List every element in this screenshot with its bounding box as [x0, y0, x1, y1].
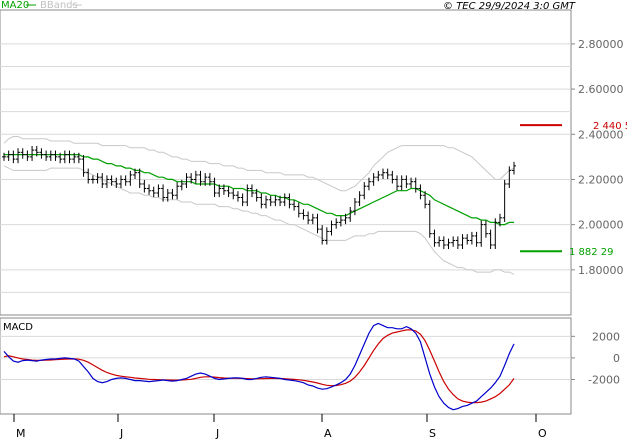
price-y-tick-label: 2.00000 [578, 219, 624, 232]
x-axis: MJJASO [13, 414, 547, 440]
macd-y-tick-label: -2000 [588, 373, 620, 386]
price-y-tick-label: 2.60000 [578, 83, 624, 96]
macd-y-tick-label: 2000 [592, 330, 620, 343]
target-low-label: 1 882 29 [569, 247, 614, 258]
x-tick-label: O [538, 427, 547, 440]
macd-title: MACD [3, 322, 33, 333]
chart-canvas: 2 440 5 1 882 29 1.800002.000002.200002.… [0, 0, 627, 440]
price-y-tick-label: 2.40000 [578, 128, 624, 141]
price-y-tick-label: 2.80000 [578, 38, 624, 51]
macd-panel-frame [0, 317, 572, 415]
x-tick-label: J [119, 427, 123, 440]
copyright-label: © TEC 29/9/2024 3:0 GMT [443, 1, 576, 12]
x-tick-label: S [429, 427, 436, 440]
x-tick-label: A [324, 427, 332, 440]
macd-y-tick-label: 0 [613, 352, 620, 365]
price-y-axis: 1.80000 2.00000 2.20000 2.40000 2.60000 2.800… [571, 38, 624, 277]
x-tick-label: M [16, 427, 26, 440]
legend-ma20: MA20 [1, 0, 29, 11]
x-tick-label: J [215, 427, 219, 440]
macd-y-axis: 2000 0 -2000 [571, 330, 620, 386]
price-y-tick-label: 1.80000 [578, 264, 624, 277]
price-panel-frame [0, 9, 572, 316]
price-y-tick-label: 2.20000 [578, 173, 624, 186]
